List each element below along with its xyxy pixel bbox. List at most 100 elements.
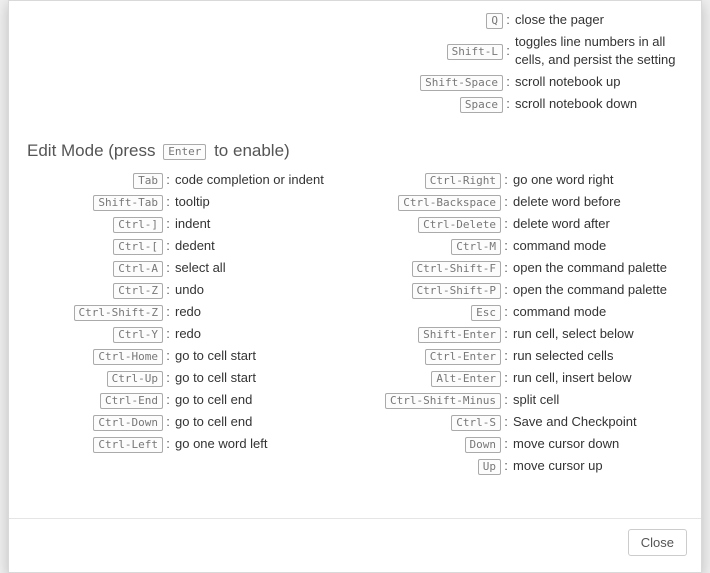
key-icon: Ctrl-[ (113, 239, 163, 255)
close-button[interactable]: Close (628, 529, 687, 556)
colon-separator: : (501, 171, 511, 189)
colon-separator: : (501, 237, 511, 255)
edit-mode-right-column: Ctrl-Right:go one word rightCtrl-Backspa… (365, 167, 683, 479)
colon-separator: : (501, 193, 511, 211)
shortcut-row: Ctrl-Shift-P:open the command palette (365, 281, 683, 299)
shortcut-row: Ctrl-Right:go one word right (365, 171, 683, 189)
shortcut-description: go to cell start (173, 347, 345, 365)
shortcut-description: go to cell end (173, 413, 345, 431)
shortcut-key-cell: Ctrl-] (27, 215, 163, 233)
shortcut-key-cell: Q (367, 11, 503, 29)
shortcuts-dialog: Q:close the pager Shift-L:toggles line nu… (8, 0, 702, 573)
shortcut-key-cell: Ctrl-Shift-Z (27, 303, 163, 321)
shortcut-key-cell: Ctrl-Up (27, 369, 163, 387)
colon-separator: : (163, 193, 173, 211)
shortcut-description: open the command palette (511, 281, 683, 299)
key-icon: Ctrl-Down (93, 415, 163, 431)
key-icon: Ctrl-End (100, 393, 163, 409)
shortcut-key-cell: Space (367, 95, 503, 113)
shortcut-row: Tab:code completion or indent (27, 171, 345, 189)
shortcut-description: redo (173, 303, 345, 321)
shortcut-row: Ctrl-S:Save and Checkpoint (365, 413, 683, 431)
shortcut-row: Esc:command mode (365, 303, 683, 321)
colon-separator: : (501, 259, 511, 277)
key-icon: Ctrl-Up (107, 371, 163, 387)
colon-separator: : (163, 215, 173, 233)
shortcut-key-cell: Tab (27, 171, 163, 189)
shortcut-row: Ctrl-M:command mode (365, 237, 683, 255)
colon-separator: : (163, 171, 173, 189)
shortcut-key-cell: Ctrl-M (365, 237, 501, 255)
edit-mode-columns: Tab:code completion or indentShift-Tab:t… (27, 167, 683, 479)
shortcut-row: Ctrl-Enter:run selected cells (365, 347, 683, 365)
colon-separator: : (163, 281, 173, 299)
shortcut-key-cell: Ctrl-S (365, 413, 501, 431)
edit-mode-left-column: Tab:code completion or indentShift-Tab:t… (27, 167, 345, 479)
colon-separator: : (501, 325, 511, 343)
dialog-footer: Close (9, 518, 701, 572)
colon-separator: : (163, 435, 173, 453)
shortcut-description: code completion or indent (173, 171, 345, 189)
colon-separator: : (503, 73, 513, 91)
key-icon: Ctrl-Home (93, 349, 163, 365)
key-icon: Alt-Enter (431, 371, 501, 387)
shortcut-row: Ctrl-Backspace:delete word before (365, 193, 683, 211)
shortcut-key-cell: Ctrl-Down (27, 413, 163, 431)
key-icon: Ctrl-Delete (418, 217, 501, 233)
shortcut-description: select all (173, 259, 345, 277)
shortcut-key-cell: Ctrl-Shift-F (365, 259, 501, 277)
colon-separator: : (163, 347, 173, 365)
shortcut-description: scroll notebook up (513, 73, 683, 91)
colon-separator: : (501, 413, 511, 431)
edit-mode-title-post: to enable) (209, 141, 289, 160)
shortcut-description: open the command palette (511, 259, 683, 277)
shortcut-row: Ctrl-Home:go to cell start (27, 347, 345, 365)
edit-mode-heading: Edit Mode (press Enter to enable) (27, 141, 683, 161)
shortcuts-scroll-area[interactable]: Q:close the pager Shift-L:toggles line nu… (9, 1, 701, 518)
shortcut-row: Ctrl-A:select all (27, 259, 345, 277)
shortcut-description: move cursor up (511, 457, 683, 475)
key-icon: Q (486, 13, 503, 29)
key-icon: Ctrl-Shift-F (412, 261, 501, 277)
colon-separator: : (501, 215, 511, 233)
colon-separator: : (501, 347, 511, 365)
key-icon: Ctrl-Right (425, 173, 501, 189)
colon-separator: : (163, 369, 173, 387)
colon-separator: : (163, 259, 173, 277)
shortcut-row: Ctrl-Left:go one word left (27, 435, 345, 453)
shortcut-description: delete word before (511, 193, 683, 211)
key-icon: Up (478, 459, 501, 475)
colon-separator: : (503, 42, 513, 60)
shortcut-key-cell: Ctrl-Delete (365, 215, 501, 233)
shortcut-row: Q:close the pager (367, 11, 683, 29)
colon-separator: : (163, 391, 173, 409)
shortcut-row: Ctrl-End:go to cell end (27, 391, 345, 409)
colon-separator: : (501, 369, 511, 387)
shortcut-key-cell: Ctrl-Right (365, 171, 501, 189)
key-icon: Ctrl-] (113, 217, 163, 233)
shortcut-description: go one word right (511, 171, 683, 189)
key-icon: Ctrl-Enter (425, 349, 501, 365)
shortcut-key-cell: Ctrl-Shift-Minus (365, 391, 501, 409)
shortcut-key-cell: Ctrl-Enter (365, 347, 501, 365)
shortcut-description: go one word left (173, 435, 345, 453)
colon-separator: : (501, 435, 511, 453)
shortcut-key-cell: Ctrl-Left (27, 435, 163, 453)
shortcut-description: go to cell end (173, 391, 345, 409)
shortcut-row: Shift-L:toggles line numbers in all cell… (367, 33, 683, 69)
shortcut-description: delete word after (511, 215, 683, 233)
shortcut-key-cell: Alt-Enter (365, 369, 501, 387)
shortcut-description: undo (173, 281, 345, 299)
enter-key-icon: Enter (163, 144, 206, 160)
key-icon: Shift-Enter (418, 327, 501, 343)
shortcut-key-cell: Ctrl-Y (27, 325, 163, 343)
key-icon: Down (465, 437, 502, 453)
key-icon: Ctrl-M (451, 239, 501, 255)
key-icon: Space (460, 97, 503, 113)
key-icon: Shift-Space (420, 75, 503, 91)
key-icon: Ctrl-S (451, 415, 501, 431)
shortcut-row: Shift-Tab:tooltip (27, 193, 345, 211)
colon-separator: : (503, 95, 513, 113)
shortcut-key-cell: Up (365, 457, 501, 475)
shortcut-description: indent (173, 215, 345, 233)
